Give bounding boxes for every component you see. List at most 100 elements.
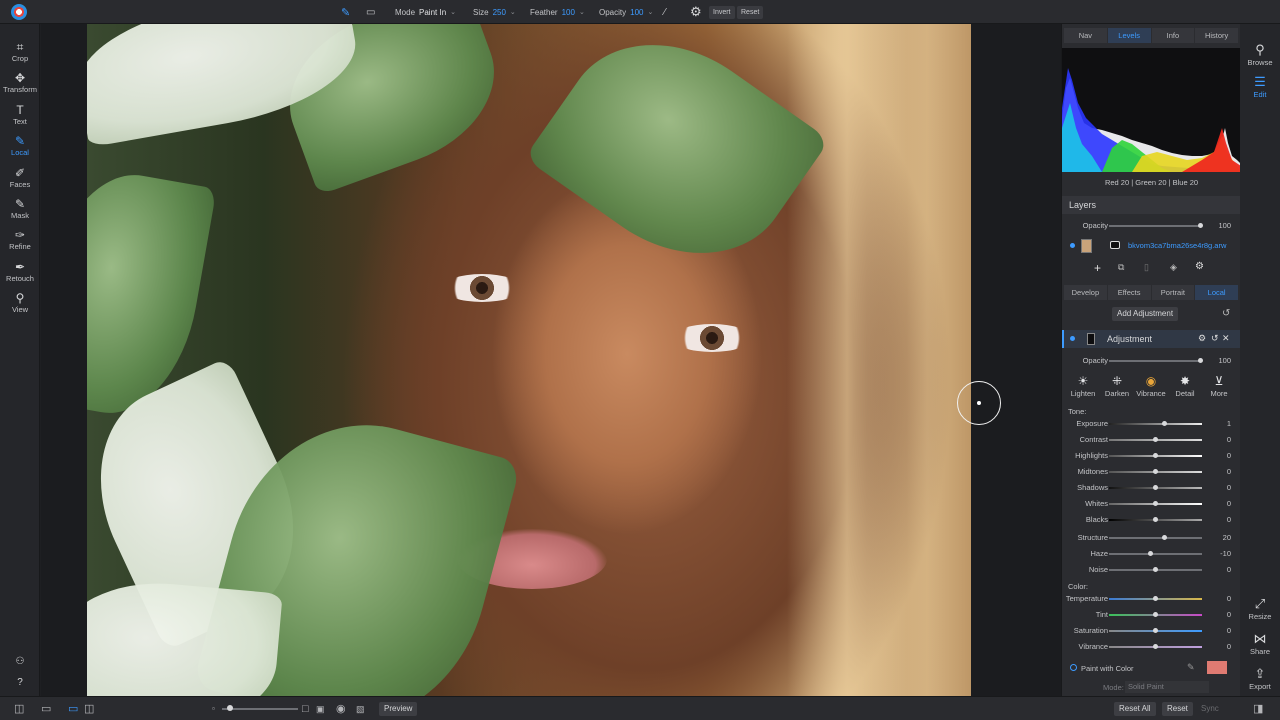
module-share[interactable]: ⋈ Share [1240, 631, 1280, 656]
preset-more[interactable]: ⊻ More [1202, 374, 1236, 404]
adjustment-mask-icon[interactable] [1087, 333, 1095, 345]
adjustment-gear-icon[interactable]: ⚙ [1198, 333, 1206, 344]
delete-layer-icon[interactable]: ▯ [1144, 262, 1149, 273]
tool-faces[interactable]: ✐ Faces [0, 166, 40, 189]
slider-thumb[interactable] [1153, 437, 1158, 442]
tab-portrait[interactable]: Portrait [1151, 285, 1195, 300]
slider-thumb[interactable] [1153, 644, 1158, 649]
undo-icon[interactable]: ↺ [1222, 308, 1230, 319]
slider-thumb[interactable] [1198, 223, 1203, 228]
slider-value[interactable]: 1 [1227, 419, 1231, 428]
tab-effects[interactable]: Effects [1107, 285, 1151, 300]
layer-visibility-dot[interactable] [1070, 243, 1075, 248]
help-icon[interactable]: ? [0, 676, 40, 690]
slider-value[interactable]: 100 [1218, 356, 1231, 365]
tab-develop[interactable]: Develop [1064, 285, 1107, 300]
slider-thumb[interactable] [1153, 453, 1158, 458]
slider-thumb[interactable] [1162, 421, 1168, 426]
slider-value[interactable]: 0 [1227, 483, 1231, 492]
slider-thumb[interactable] [1153, 567, 1158, 572]
slider-track[interactable] [1109, 537, 1202, 539]
slider-blacks[interactable]: Blacks 0 [1062, 513, 1241, 527]
slider-value[interactable]: -10 [1220, 549, 1231, 558]
slider-value[interactable]: 0 [1227, 610, 1231, 619]
tab-local[interactable]: Local [1195, 285, 1238, 300]
reset-button[interactable]: Reset [1162, 702, 1193, 716]
slider-track[interactable] [1109, 553, 1202, 555]
preset-vibrance[interactable]: ◉ Vibrance [1134, 374, 1168, 404]
reset-all-button[interactable]: Reset All [1114, 702, 1156, 716]
gear-icon[interactable]: ⚙ [690, 0, 702, 24]
slider-value[interactable]: 0 [1227, 626, 1231, 635]
toggle-left-panel-icon[interactable]: ◫ [14, 703, 24, 715]
layers-header[interactable]: Layers [1062, 196, 1241, 214]
slider-whites[interactable]: Whites 0 [1062, 497, 1241, 511]
zoom-slider-thumb[interactable] [227, 705, 233, 711]
tool-view[interactable]: ⚲ View [0, 291, 40, 314]
layers-opacity-slider[interactable]: Opacity 100 [1062, 219, 1241, 233]
slider-value[interactable]: 0 [1227, 642, 1231, 651]
layer-name[interactable]: bkvom3ca7bma26se4r8g.arw [1128, 241, 1226, 250]
tab-history[interactable]: History [1195, 28, 1238, 43]
preset-detail[interactable]: ✸ Detail [1168, 374, 1202, 404]
tool-refine[interactable]: ✑ Refine [0, 228, 40, 251]
preview-button[interactable]: Preview [379, 702, 418, 716]
tool-transform[interactable]: ✥ Transform [0, 71, 40, 94]
photo-canvas[interactable] [87, 24, 971, 696]
eyedropper-icon[interactable]: ✎ [1187, 662, 1195, 673]
slider-thumb[interactable] [1162, 535, 1168, 540]
account-icon[interactable]: ⚇ [0, 655, 40, 669]
tool-retouch[interactable]: ✒ Retouch [0, 260, 40, 283]
slider-value[interactable]: 0 [1227, 467, 1231, 476]
feather-control[interactable]: Feather 100 ⌄ [530, 0, 585, 24]
tab-info[interactable]: Info [1151, 28, 1195, 43]
mask-view-icon[interactable]: ◉ [336, 703, 346, 715]
slider-midtones[interactable]: Midtones 0 [1062, 465, 1241, 479]
reset-toolbar-button[interactable]: Reset [737, 6, 764, 19]
opacity-value[interactable]: 100 [630, 8, 643, 17]
size-value[interactable]: 250 [493, 8, 506, 17]
adjustment-close-icon[interactable]: ✕ [1222, 333, 1230, 344]
tab-nav[interactable]: Nav [1064, 28, 1107, 43]
tab-levels[interactable]: Levels [1107, 28, 1151, 43]
preset-lighten[interactable]: ☀ Lighten [1066, 374, 1100, 404]
actual-size-icon[interactable]: ▣ [316, 703, 325, 715]
module-edit[interactable]: ☰ Edit [1240, 74, 1280, 99]
slider-thumb[interactable] [1153, 469, 1158, 474]
feather-value[interactable]: 100 [562, 8, 575, 17]
slider-thumb[interactable] [1153, 612, 1158, 617]
slider-value[interactable]: 100 [1218, 221, 1231, 230]
single-view-icon[interactable]: ▭ [68, 703, 78, 715]
zoom-out-icon[interactable]: ▫ [212, 703, 215, 715]
magic-wand-icon[interactable]: ⁄ [664, 0, 666, 24]
slider-track[interactable] [1109, 360, 1202, 362]
toggle-right-panel-icon[interactable]: ◨ [1253, 703, 1263, 715]
slider-thumb[interactable] [1198, 358, 1203, 363]
overlay-icon[interactable]: ▧ [356, 703, 365, 715]
slider-thumb[interactable] [1153, 517, 1158, 522]
layer-mask-icon[interactable] [1110, 241, 1120, 249]
slider-noise[interactable]: Noise 0 [1062, 563, 1241, 577]
tool-local[interactable]: ✎ Local [0, 134, 40, 157]
layer-row[interactable]: bkvom3ca7bma26se4r8g.arw [1062, 239, 1241, 255]
adjustment-opacity-slider[interactable]: Opacity 100 [1062, 354, 1241, 368]
module-export[interactable]: ⇪ Export [1240, 666, 1280, 691]
slider-value[interactable]: 0 [1227, 499, 1231, 508]
slider-value[interactable]: 0 [1227, 565, 1231, 574]
slider-value[interactable]: 0 [1227, 594, 1231, 603]
sync-button[interactable]: Sync [1196, 702, 1224, 716]
layer-settings-gear-icon[interactable]: ⚙ [1195, 261, 1204, 272]
slider-contrast[interactable]: Contrast 0 [1062, 433, 1241, 447]
slider-thumb[interactable] [1153, 596, 1158, 601]
tool-mask[interactable]: ✎ Mask [0, 197, 40, 220]
duplicate-layer-icon[interactable]: ⧉ [1118, 262, 1124, 273]
slider-tint[interactable]: Tint 0 [1062, 608, 1241, 622]
mask-overlay-icon[interactable]: ▭ [366, 0, 375, 24]
slider-structure[interactable]: Structure 20 [1062, 531, 1241, 545]
slider-vibrance[interactable]: Vibrance 0 [1062, 640, 1241, 654]
adjustment-visibility-dot[interactable] [1070, 336, 1075, 341]
slider-shadows[interactable]: Shadows 0 [1062, 481, 1241, 495]
tool-text[interactable]: T Text [0, 103, 40, 126]
slider-haze[interactable]: Haze -10 [1062, 547, 1241, 561]
slider-value[interactable]: 0 [1227, 451, 1231, 460]
